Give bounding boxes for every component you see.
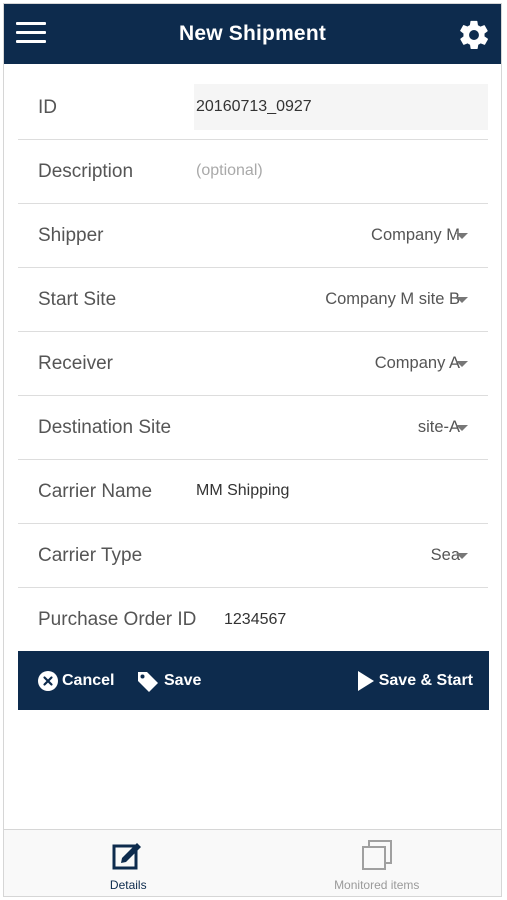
edit-icon bbox=[111, 838, 145, 875]
copy-icon bbox=[359, 838, 395, 877]
shipper-row[interactable]: Shipper Company M bbox=[18, 204, 488, 268]
shipper-select[interactable]: Company M bbox=[371, 204, 460, 267]
cancel-label: Cancel bbox=[62, 671, 115, 689]
start-site-select[interactable]: Company M site B bbox=[325, 268, 460, 331]
bottom-tab-bar: Details Monitored items bbox=[4, 829, 501, 896]
description-field[interactable]: (optional) bbox=[194, 148, 488, 194]
description-row: Description (optional) bbox=[18, 140, 488, 204]
chevron-down-icon[interactable] bbox=[456, 425, 468, 431]
receiver-select[interactable]: Company A bbox=[375, 332, 460, 395]
carrier-type-label: Carrier Type bbox=[38, 545, 143, 566]
chevron-down-icon[interactable] bbox=[456, 361, 468, 367]
action-bar: Cancel Save Save & Start bbox=[18, 651, 489, 710]
id-field[interactable]: 20160713_0927 bbox=[194, 84, 488, 130]
tag-icon bbox=[136, 670, 160, 692]
destination-site-label: Destination Site bbox=[38, 417, 172, 438]
tab-monitored-items[interactable]: Monitored items bbox=[253, 830, 502, 896]
destination-site-select[interactable]: site-A bbox=[418, 396, 460, 459]
carrier-name-field[interactable]: MM Shipping bbox=[194, 468, 488, 514]
tab-details-label: Details bbox=[109, 878, 147, 892]
shipment-form: ID 20160713_0927 Description (optional) … bbox=[18, 76, 488, 651]
app-header: New Shipment bbox=[4, 4, 501, 64]
shipper-label: Shipper bbox=[38, 225, 104, 246]
cancel-button[interactable]: Cancel bbox=[38, 651, 114, 710]
tab-monitored-items-label: Monitored items bbox=[334, 878, 420, 892]
play-icon bbox=[357, 670, 375, 692]
save-and-start-label: Save & Start bbox=[378, 671, 473, 689]
purchase-order-row: Purchase Order ID 1234567 bbox=[18, 588, 488, 651]
chevron-down-icon[interactable] bbox=[456, 297, 468, 303]
chevron-down-icon[interactable] bbox=[456, 233, 468, 239]
description-label: Description bbox=[38, 161, 134, 182]
destination-site-row[interactable]: Destination Site site-A bbox=[18, 396, 488, 460]
app-window: New Shipment ID 20160713_0927 Descriptio… bbox=[3, 3, 502, 897]
receiver-label: Receiver bbox=[38, 353, 113, 374]
save-button[interactable]: Save bbox=[136, 651, 201, 710]
save-and-start-button[interactable]: Save & Start bbox=[357, 651, 473, 710]
purchase-order-label: Purchase Order ID bbox=[38, 609, 197, 630]
id-label: ID bbox=[38, 97, 57, 118]
carrier-type-row[interactable]: Carrier Type Sea bbox=[18, 524, 488, 588]
id-row: ID 20160713_0927 bbox=[18, 76, 488, 140]
close-circle-icon bbox=[38, 670, 58, 691]
carrier-name-row: Carrier Name MM Shipping bbox=[18, 460, 488, 524]
start-site-row[interactable]: Start Site Company M site B bbox=[18, 268, 488, 332]
receiver-row[interactable]: Receiver Company A bbox=[18, 332, 488, 396]
save-label: Save bbox=[164, 671, 202, 689]
carrier-name-label: Carrier Name bbox=[38, 481, 153, 502]
gear-icon[interactable] bbox=[457, 18, 491, 52]
page-title: New Shipment bbox=[178, 22, 327, 45]
purchase-order-field[interactable]: 1234567 bbox=[224, 588, 286, 651]
tab-details[interactable]: Details bbox=[4, 830, 253, 896]
start-site-label: Start Site bbox=[38, 289, 117, 310]
chevron-down-icon[interactable] bbox=[456, 553, 468, 559]
